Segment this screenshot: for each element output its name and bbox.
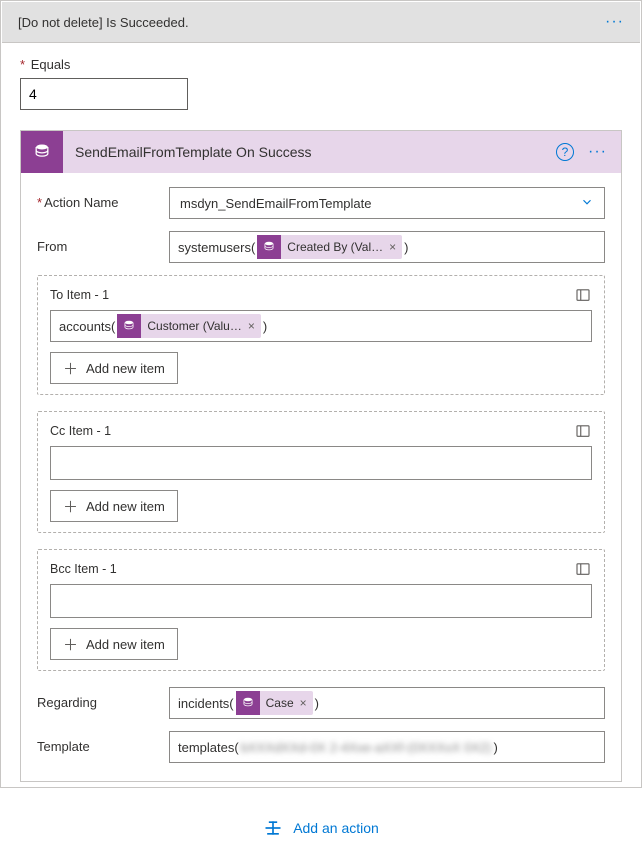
template-prefix: templates(: [178, 740, 239, 755]
group-to-title: To Item - 1: [50, 288, 109, 302]
token-remove-icon[interactable]: ×: [300, 696, 307, 710]
token-remove-icon[interactable]: ×: [389, 240, 396, 254]
action-card: SendEmailFromTemplate On Success ? ··· *…: [20, 130, 622, 782]
group-cc: Cc Item - 1 ＋ Add new item: [37, 411, 605, 533]
action-card-body: *Action Name msdyn_SendEmailFromTemplate…: [21, 173, 621, 781]
required-star-icon: *: [37, 195, 42, 210]
row-from: From systemusers( Created By (Val… × ): [37, 231, 605, 263]
token-remove-icon[interactable]: ×: [248, 319, 255, 333]
action-name-value: msdyn_SendEmailFromTemplate: [180, 196, 371, 211]
equals-section: * Equals: [2, 43, 640, 118]
from-input[interactable]: systemusers( Created By (Val… × ): [169, 231, 605, 263]
equals-label-row: * Equals: [20, 57, 622, 72]
group-to: To Item - 1 accounts( Customer (Valu… × …: [37, 275, 605, 395]
to-input[interactable]: accounts( Customer (Valu… × ): [50, 310, 592, 342]
cc-input[interactable]: [50, 446, 592, 480]
add-cc-item-button[interactable]: ＋ Add new item: [50, 490, 178, 522]
required-star-icon: *: [20, 57, 25, 72]
add-action-button[interactable]: Add an action: [20, 818, 622, 838]
row-template: Template templates( bXXXdXXd-0X 2-4Xxe-a…: [37, 731, 605, 763]
dataverse-icon: [21, 131, 63, 173]
equals-label: Equals: [31, 57, 71, 72]
help-icon[interactable]: ?: [556, 143, 574, 161]
from-suffix: ): [404, 240, 408, 255]
card-menu-button[interactable]: ···: [588, 144, 607, 160]
dataverse-icon: [236, 691, 260, 715]
token-label: Created By (Val…: [287, 240, 383, 254]
dataverse-icon: [257, 235, 281, 259]
to-prefix: accounts(: [59, 319, 115, 334]
toggle-array-icon[interactable]: [574, 422, 592, 440]
token-customer[interactable]: Customer (Valu… ×: [117, 314, 261, 338]
action-name-dropdown[interactable]: msdyn_SendEmailFromTemplate: [169, 187, 605, 219]
toggle-array-icon[interactable]: [574, 286, 592, 304]
add-to-item-button[interactable]: ＋ Add new item: [50, 352, 178, 384]
token-case[interactable]: Case ×: [236, 691, 313, 715]
dataverse-icon: [117, 314, 141, 338]
template-id-blurred: bXXXdXXd-0X 2-4Xxe-aXXf-(0XXXxX 0X2): [241, 740, 492, 755]
from-prefix: systemusers(: [178, 240, 255, 255]
step-header: [Do not delete] Is Succeeded. ···: [2, 2, 640, 43]
template-input[interactable]: templates( bXXXdXXd-0X 2-4Xxe-aXXf-(0XXX…: [169, 731, 605, 763]
flow-step-editor: [Do not delete] Is Succeeded. ··· * Equa…: [0, 0, 642, 788]
plus-icon: ＋: [63, 634, 78, 655]
template-suffix: ): [493, 740, 497, 755]
step-menu-button[interactable]: ···: [605, 14, 624, 30]
regarding-suffix: ): [315, 696, 319, 711]
action-card-header[interactable]: SendEmailFromTemplate On Success ? ···: [21, 131, 621, 173]
step-header-title: [Do not delete] Is Succeeded.: [18, 15, 189, 30]
add-bcc-item-button[interactable]: ＋ Add new item: [50, 628, 178, 660]
add-action-label: Add an action: [293, 820, 379, 836]
bcc-input[interactable]: [50, 584, 592, 618]
label-action-name: *Action Name: [37, 187, 169, 210]
chevron-down-icon: [580, 195, 594, 212]
regarding-input[interactable]: incidents( Case × ): [169, 687, 605, 719]
group-bcc: Bcc Item - 1 ＋ Add new item: [37, 549, 605, 671]
plus-icon: ＋: [63, 358, 78, 379]
equals-input[interactable]: [20, 78, 188, 110]
regarding-prefix: incidents(: [178, 696, 234, 711]
token-label: Customer (Valu…: [147, 319, 241, 333]
action-card-title: SendEmailFromTemplate On Success: [75, 144, 556, 160]
label-from: From: [37, 231, 169, 254]
label-template: Template: [37, 731, 169, 754]
token-label: Case: [266, 696, 294, 710]
to-suffix: ): [263, 319, 267, 334]
toggle-array-icon[interactable]: [574, 560, 592, 578]
group-bcc-title: Bcc Item - 1: [50, 562, 117, 576]
add-action-icon: [263, 818, 283, 838]
group-cc-title: Cc Item - 1: [50, 424, 111, 438]
plus-icon: ＋: [63, 496, 78, 517]
row-action-name: *Action Name msdyn_SendEmailFromTemplate: [37, 187, 605, 219]
token-created-by[interactable]: Created By (Val… ×: [257, 235, 402, 259]
label-regarding: Regarding: [37, 687, 169, 710]
row-regarding: Regarding incidents( Case × ): [37, 687, 605, 719]
